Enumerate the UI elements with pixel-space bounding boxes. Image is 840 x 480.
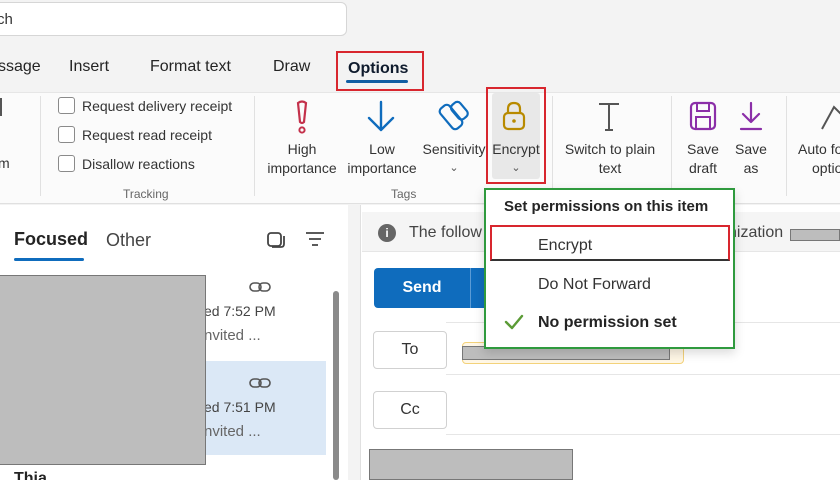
save-draft-button[interactable]: Save draft bbox=[682, 140, 724, 178]
divider bbox=[671, 96, 672, 196]
download-icon[interactable] bbox=[738, 101, 764, 136]
tab-insert[interactable]: Insert bbox=[69, 58, 109, 76]
encrypt-label-block: Encrypt ⌄ bbox=[488, 140, 544, 178]
switch-plain-label-1: Switch to plain bbox=[564, 141, 656, 157]
high-importance-label-2: importance bbox=[267, 160, 337, 176]
switch-to-plain-text-button[interactable]: Switch to plain text bbox=[558, 140, 662, 178]
info-icon: i bbox=[378, 224, 396, 242]
search-value: ch bbox=[0, 11, 13, 28]
tags-group-label: Tags bbox=[391, 187, 417, 201]
dropdown-title: Set permissions on this item bbox=[504, 198, 709, 215]
switch-plain-label-2: text bbox=[598, 160, 622, 176]
menu-item-no-permission-set[interactable]: No permission set bbox=[538, 314, 677, 332]
disallow-reactions-label: Disallow reactions bbox=[82, 156, 195, 172]
tab-options-label: Options bbox=[348, 60, 409, 77]
cc-button[interactable]: Cc bbox=[373, 391, 447, 429]
select-messages-icon[interactable] bbox=[266, 230, 286, 255]
low-importance-button[interactable]: Low importance bbox=[344, 140, 420, 178]
menu-item-encrypt-label: Encrypt bbox=[538, 237, 593, 254]
filter-icon[interactable] bbox=[305, 230, 325, 253]
low-importance-label-1: Low bbox=[369, 141, 395, 157]
divider bbox=[446, 374, 840, 375]
tab-format-text[interactable]: Format text bbox=[150, 58, 231, 76]
tag-icon[interactable] bbox=[438, 100, 472, 139]
tab-draw[interactable]: Draw bbox=[273, 58, 310, 76]
request-delivery-receipt-checkbox[interactable] bbox=[58, 97, 75, 114]
list-item-preview: nvited ... bbox=[204, 327, 261, 344]
info-text: The follow bbox=[409, 224, 482, 241]
request-read-receipt-checkbox[interactable] bbox=[58, 126, 75, 143]
lock-icon bbox=[500, 100, 528, 137]
request-delivery-receipt-label: Request delivery receipt bbox=[82, 98, 233, 114]
request-read-receipt-label: Request read receipt bbox=[82, 127, 212, 143]
divider bbox=[786, 96, 787, 196]
checkmark-icon bbox=[504, 314, 524, 335]
high-importance-label-1: High bbox=[287, 141, 317, 157]
menu-item-encrypt[interactable] bbox=[490, 225, 730, 261]
auto-format-button[interactable]: Auto fo optio bbox=[798, 140, 840, 178]
exclamation-icon[interactable] bbox=[289, 100, 315, 141]
sensitivity-label: Sensitivity bbox=[422, 141, 486, 157]
save-as-label-2: as bbox=[743, 160, 759, 176]
list-item-time: ed 7:51 PM bbox=[204, 399, 276, 415]
focused-underline bbox=[14, 258, 84, 261]
send-button[interactable]: Send bbox=[374, 268, 470, 308]
tracking-group-label: Tracking bbox=[123, 187, 169, 201]
sensitivity-button[interactable]: Sensitivity ⌄ bbox=[420, 140, 488, 178]
tab-other[interactable]: Other bbox=[106, 230, 151, 251]
divider bbox=[552, 96, 553, 196]
menu-item-do-not-forward[interactable]: Do Not Forward bbox=[538, 276, 651, 294]
to-button[interactable]: To bbox=[373, 331, 447, 369]
save-icon[interactable] bbox=[689, 101, 717, 136]
info-text-end: nization bbox=[728, 224, 784, 241]
redacted-body bbox=[369, 449, 573, 480]
link-icon bbox=[249, 280, 271, 298]
list-item-sender: Thia... bbox=[14, 470, 61, 480]
mail-list-scrollbar[interactable] bbox=[333, 291, 339, 480]
left-cut-icon bbox=[0, 98, 4, 116]
save-as-label-1: Save bbox=[735, 141, 767, 157]
save-draft-label-2: draft bbox=[688, 160, 717, 176]
left-cut-label: m bbox=[0, 155, 10, 171]
list-item-preview: nvited ... bbox=[204, 423, 261, 440]
high-importance-button[interactable]: High importance bbox=[266, 140, 338, 178]
link-icon bbox=[249, 376, 271, 394]
divider bbox=[40, 96, 41, 196]
divider bbox=[254, 96, 255, 196]
encrypt-label: Encrypt bbox=[492, 141, 540, 157]
redacted-sender-block bbox=[0, 275, 206, 465]
save-as-button[interactable]: Save as bbox=[732, 140, 770, 178]
divider bbox=[446, 434, 840, 435]
auto-format-label-2: optio bbox=[812, 160, 840, 176]
auto-format-label-1: Auto fo bbox=[798, 141, 840, 157]
tab-focused[interactable]: Focused bbox=[14, 229, 88, 250]
chevron-down-icon: ⌄ bbox=[511, 162, 521, 174]
auto-format-icon[interactable] bbox=[820, 103, 840, 136]
search-input[interactable]: ch bbox=[0, 2, 347, 36]
tab-options-underline bbox=[346, 80, 408, 83]
low-importance-label-2: importance bbox=[347, 160, 417, 176]
save-draft-label-1: Save bbox=[687, 141, 719, 157]
disallow-reactions-checkbox[interactable] bbox=[58, 155, 75, 172]
redacted-info bbox=[790, 229, 840, 241]
chevron-down-icon: ⌄ bbox=[449, 162, 459, 174]
text-format-icon[interactable] bbox=[596, 100, 622, 137]
tab-options[interactable]: Options bbox=[336, 51, 424, 91]
down-arrow-icon[interactable] bbox=[366, 100, 396, 139]
tab-message[interactable]: ssage bbox=[0, 58, 41, 76]
list-item-time: ed 7:52 PM bbox=[204, 303, 276, 319]
